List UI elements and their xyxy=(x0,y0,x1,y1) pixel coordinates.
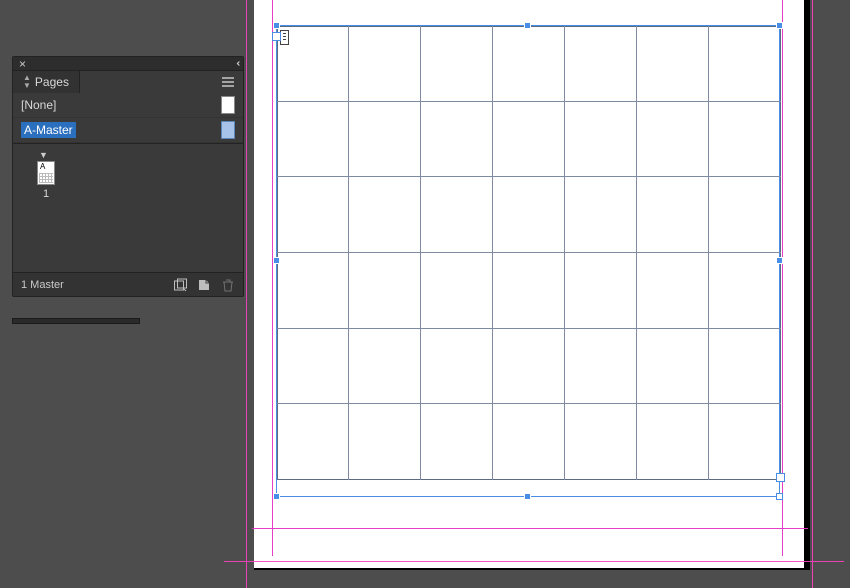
table-cell[interactable] xyxy=(709,404,781,480)
master-label: [None] xyxy=(21,98,221,112)
table-cell[interactable] xyxy=(277,102,349,178)
table-cell[interactable] xyxy=(565,404,637,480)
table-cell[interactable] xyxy=(637,102,709,178)
page-thumb-1[interactable]: A 1 xyxy=(37,161,55,200)
master-label: A-Master xyxy=(21,123,221,137)
table-cell[interactable] xyxy=(493,102,565,178)
close-icon[interactable]: × xyxy=(13,57,32,71)
bleed-guide-left xyxy=(246,0,247,588)
sort-icon: ▲▼ xyxy=(23,74,31,90)
bleed-guide-bottom xyxy=(224,561,844,562)
footer-status: 1 Master xyxy=(21,279,163,291)
table-cell[interactable] xyxy=(709,102,781,178)
selection-handle[interactable] xyxy=(273,493,280,500)
table-cell[interactable] xyxy=(277,253,349,329)
spread-arrow-icon: ▼ xyxy=(39,150,219,160)
table-cell[interactable] xyxy=(277,177,349,253)
masters-list: [None] A-Master xyxy=(13,93,243,143)
new-page-icon[interactable] xyxy=(197,278,211,292)
page-master-letter: A xyxy=(38,162,54,172)
pasteboard[interactable] xyxy=(254,0,850,575)
margin-guide-left xyxy=(272,0,273,556)
margin-guide-bottom xyxy=(252,528,808,529)
table-cell[interactable] xyxy=(421,26,493,102)
table-cell[interactable] xyxy=(421,329,493,405)
page-thumb: A xyxy=(37,161,55,185)
selection-handle[interactable] xyxy=(273,22,280,29)
table-cell[interactable] xyxy=(637,404,709,480)
table-cell[interactable] xyxy=(637,329,709,405)
master-item-none[interactable]: [None] xyxy=(13,93,243,118)
table-cell[interactable] xyxy=(493,253,565,329)
selected-text-frame[interactable] xyxy=(276,25,780,497)
pages-panel: × ‹‹ ▲▼ Pages [None] A-Master ▼ xyxy=(12,56,244,297)
document-page[interactable] xyxy=(254,0,804,568)
selection-handle[interactable] xyxy=(524,493,531,500)
selection-handle[interactable] xyxy=(776,493,783,500)
selection-handle[interactable] xyxy=(273,257,280,264)
table-cell[interactable] xyxy=(637,177,709,253)
table-cell[interactable] xyxy=(277,404,349,480)
panel-flyout-menu-icon[interactable] xyxy=(213,71,243,93)
frame-outport[interactable] xyxy=(776,473,785,482)
text-cursor-indicator xyxy=(280,30,289,45)
master-thumb[interactable] xyxy=(221,121,235,139)
page-mini-preview xyxy=(39,173,53,183)
table-cell[interactable] xyxy=(565,329,637,405)
table-cell[interactable] xyxy=(709,177,781,253)
table-cell[interactable] xyxy=(421,253,493,329)
table-cell[interactable] xyxy=(493,26,565,102)
table-cell[interactable] xyxy=(421,177,493,253)
collapse-icon[interactable]: ‹‹ xyxy=(231,58,243,69)
table-cell[interactable] xyxy=(493,177,565,253)
selection-handle[interactable] xyxy=(524,22,531,29)
tab-label: Pages xyxy=(35,75,69,89)
table-cell[interactable] xyxy=(565,177,637,253)
table-cell[interactable] xyxy=(349,102,421,178)
table-cell[interactable] xyxy=(349,404,421,480)
panel-titlebar[interactable]: × ‹‹ xyxy=(13,57,243,71)
table-cell[interactable] xyxy=(349,177,421,253)
tab-pages[interactable]: ▲▼ Pages xyxy=(13,71,80,93)
table-cell[interactable] xyxy=(421,102,493,178)
pages-list[interactable]: ▼ A 1 xyxy=(13,144,243,272)
table-cell[interactable] xyxy=(493,329,565,405)
selection-handle[interactable] xyxy=(776,257,783,264)
edit-page-size-icon[interactable] xyxy=(173,278,187,292)
table-cell[interactable] xyxy=(565,102,637,178)
table-cell[interactable] xyxy=(637,26,709,102)
panel-tab-row: ▲▼ Pages xyxy=(13,71,243,93)
table-cell[interactable] xyxy=(421,404,493,480)
table-cell[interactable] xyxy=(493,404,565,480)
table-cell[interactable] xyxy=(709,253,781,329)
table-cell[interactable] xyxy=(709,329,781,405)
table-cell[interactable] xyxy=(565,253,637,329)
frame-inport[interactable] xyxy=(272,32,281,41)
table-cell[interactable] xyxy=(277,329,349,405)
table-cell[interactable] xyxy=(637,253,709,329)
scrollbar-stub[interactable] xyxy=(12,318,140,324)
page-number: 1 xyxy=(43,188,49,200)
table-cell[interactable] xyxy=(349,329,421,405)
table-cell[interactable] xyxy=(349,253,421,329)
table-cell[interactable] xyxy=(349,26,421,102)
panel-footer: 1 Master xyxy=(13,272,243,296)
master-thumb[interactable] xyxy=(221,96,235,114)
table-grid[interactable] xyxy=(277,26,781,480)
table-cell[interactable] xyxy=(709,26,781,102)
selection-handle[interactable] xyxy=(776,22,783,29)
bleed-guide-right xyxy=(812,0,813,588)
delete-page-icon xyxy=(221,278,235,292)
table-cell[interactable] xyxy=(565,26,637,102)
master-item-a-master[interactable]: A-Master xyxy=(13,118,243,143)
